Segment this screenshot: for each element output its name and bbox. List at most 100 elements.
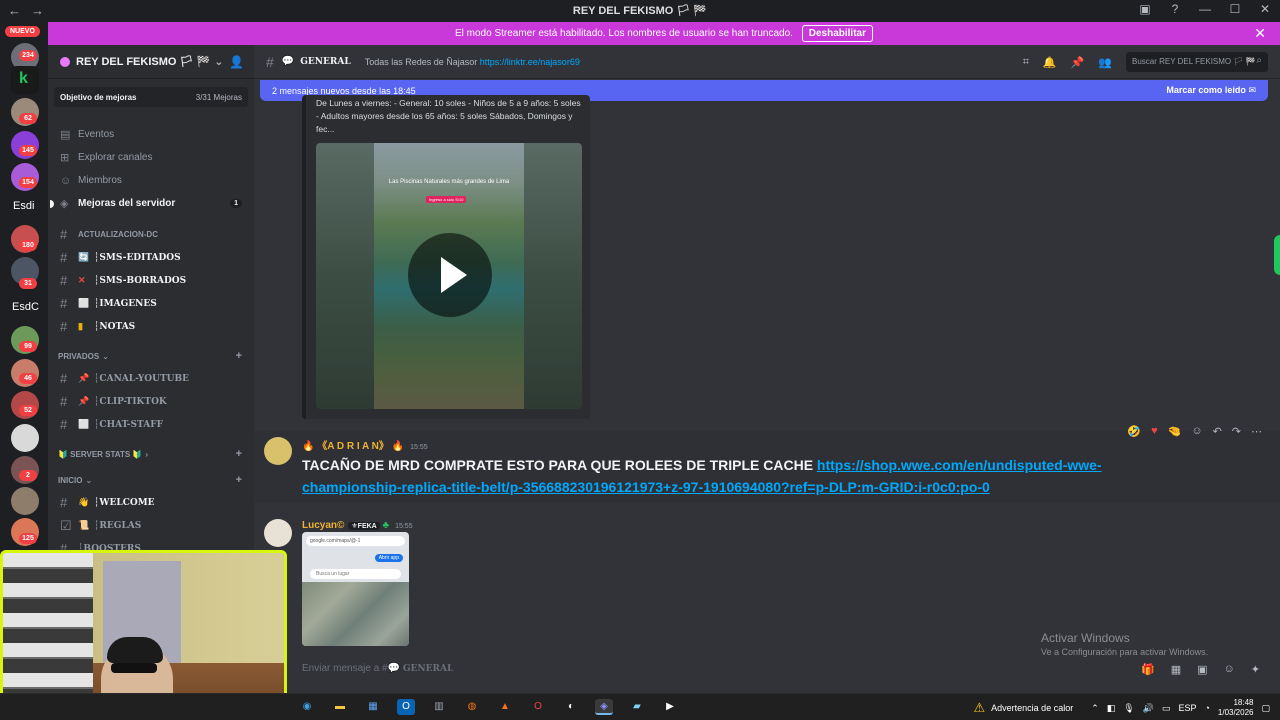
category-privados[interactable]: PRIVADOS ⌄ +: [48, 345, 254, 367]
browse-channels-item[interactable]: ⊞ Explorar canales: [54, 146, 248, 169]
reply-icon[interactable]: ↶: [1213, 425, 1222, 438]
outlook-icon[interactable]: O: [397, 699, 415, 715]
laugh-reaction-icon[interactable]: 🤣: [1127, 425, 1141, 438]
file-explorer-icon[interactable]: ▬: [331, 699, 349, 715]
tray-icon[interactable]: ◧: [1107, 703, 1116, 714]
apps-icon[interactable]: ✦: [1251, 663, 1260, 676]
disable-button[interactable]: Deshabilitar: [801, 25, 873, 42]
window-title: REY DEL FEKISMO 🏳 🏁: [572, 5, 708, 17]
taskbar-apps: ◉ ▬ ▦ O ▥ ◍ ▲ O ◐ ◈ ▰ ▶: [298, 699, 679, 715]
add-reaction-icon[interactable]: ☺: [1191, 425, 1202, 438]
network-icon[interactable]: ◔: [1204, 703, 1209, 713]
vlc-icon[interactable]: ▲: [496, 699, 514, 715]
channel-notas[interactable]: # ▮ ┆NOTAS: [48, 315, 254, 338]
hand-reaction-icon[interactable]: 🤏: [1168, 425, 1182, 438]
volume-icon[interactable]: 🔊: [1143, 703, 1154, 714]
topic-link[interactable]: https://linktr.ee/najasor69: [480, 57, 580, 67]
server-boost-item[interactable]: ◈ Mejoras del servidor 1: [50, 192, 248, 215]
channel-chat-staff[interactable]: # ⬜ ┆CHAT-STAFF: [48, 413, 254, 436]
add-channel-icon[interactable]: +: [236, 350, 242, 362]
minimize-button[interactable]: —: [1198, 2, 1212, 16]
channel-header: # 💬 GENERAL Todas las Redes de Ñajasor h…: [254, 45, 1280, 79]
add-channel-icon[interactable]: +: [236, 474, 242, 486]
firefox-icon[interactable]: ◍: [463, 699, 481, 715]
category-inicio[interactable]: INICIO ⌄ +: [48, 469, 254, 491]
topic-text: Todas las Redes de Ñajasor: [364, 56, 478, 67]
member-list-icon[interactable]: 👥: [1098, 56, 1112, 69]
mark-as-read-button[interactable]: Marcar como leído ✉: [1166, 85, 1256, 96]
mention-badge: 180: [19, 240, 37, 251]
message-author[interactable]: Lucyan© ⚜FEKA ♣ 15:55: [302, 520, 413, 531]
edge-icon[interactable]: ◉: [298, 699, 316, 715]
heart-reaction-icon[interactable]: ♥: [1151, 425, 1158, 438]
header-toolbar: ⌗ 🔔 📌 👥 Buscar REY DEL FEKISMO 🏳 🏁 ⌕: [1023, 52, 1268, 72]
server-icon[interactable]: [11, 487, 39, 515]
avatar[interactable]: [264, 437, 292, 465]
channel-canal-youtube[interactable]: # 📌 ┆CANAL-YOUTUBE: [48, 367, 254, 390]
server-label[interactable]: Esdi: [13, 200, 34, 212]
channel-actualizacion[interactable]: # ACTUALIZACION-DC: [48, 223, 254, 246]
channel-sms-borrados[interactable]: # ✕ ┆SMS-BORRADOS: [48, 269, 254, 292]
store-icon[interactable]: ▦: [364, 699, 382, 715]
media-player-icon[interactable]: ▶: [661, 699, 679, 715]
battery-icon[interactable]: ▭: [1162, 703, 1171, 714]
threads-icon[interactable]: ⌗: [1023, 56, 1029, 69]
emoji-icon[interactable]: ☺: [1224, 663, 1235, 676]
gif-icon[interactable]: ▦: [1171, 663, 1181, 676]
channel-sms-editados[interactable]: # 🔄 ┆SMS-EDITADOS: [48, 246, 254, 269]
maximize-button[interactable]: ☐: [1228, 2, 1242, 16]
members-item[interactable]: ☺ Miembros: [54, 169, 248, 192]
forward-icon[interactable]: ↷: [1232, 425, 1241, 438]
obs-icon[interactable]: ◐: [562, 699, 580, 715]
gift-icon[interactable]: 🎁: [1141, 663, 1155, 676]
server-header[interactable]: REY DEL FEKISMO 🏳 🏁 ⌄ 👤: [48, 45, 254, 79]
play-button[interactable]: [408, 233, 492, 317]
notes-icon[interactable]: ▰: [628, 699, 646, 715]
warning-icon: ⚠: [973, 700, 986, 715]
channel-clip-tiktok[interactable]: # 📌 ┆CLIP-TIKTOK: [48, 390, 254, 413]
discord-icon[interactable]: ◈: [595, 699, 613, 715]
help-icon[interactable]: ?: [1168, 2, 1182, 16]
pin-icon[interactable]: 📌: [1071, 56, 1085, 69]
channel-imagenes[interactable]: # ⬜ ┆IMAGENES: [48, 292, 254, 315]
avatar[interactable]: [264, 519, 292, 547]
sticker-icon[interactable]: ▣: [1197, 663, 1207, 676]
channel-reglas[interactable]: ☑ 📜 ┆REGLAS: [48, 514, 254, 537]
channel-welcome[interactable]: # 👋 ┆WELCOME: [48, 491, 254, 514]
boost-goal[interactable]: Objetivo de mejoras 3/31 Mejoras: [54, 87, 248, 107]
server-icon[interactable]: [11, 424, 39, 452]
message-author[interactable]: 🔥 《A D R I A N》 🔥 15:55: [302, 437, 428, 452]
clock[interactable]: 18:48 1/03/2026: [1218, 698, 1254, 718]
notifications-icon[interactable]: ▢: [1261, 703, 1270, 714]
window-controls: ▣ ? — ☐ ✕: [1138, 2, 1272, 16]
invite-icon[interactable]: 👤: [229, 55, 244, 69]
close-button[interactable]: ✕: [1258, 2, 1272, 16]
message[interactable]: 🔥 《A D R I A N》 🔥 15:55 TACAÑO DE MRD COM…: [254, 425, 1280, 503]
message-input[interactable]: Enviar mensaje a #💬 GENERAL 🎁 ▦ ▣ ☺ ✦: [294, 655, 1270, 685]
more-icon[interactable]: ⋯: [1251, 425, 1262, 438]
channel-name: ┆CANAL-YOUTUBE: [94, 373, 189, 384]
heat-warning[interactable]: ⚠ Advertencia de calor: [974, 700, 1074, 716]
edge-overlay: [1274, 235, 1280, 275]
add-channel-icon[interactable]: +: [236, 448, 242, 460]
server-icon[interactable]: k: [11, 66, 39, 94]
channel-title: GENERAL: [300, 56, 351, 67]
inbox-icon[interactable]: ▣: [1138, 2, 1152, 16]
image-attachment[interactable]: google.com/maps/@-1 Abrir app Busca un l…: [302, 532, 409, 646]
chevron-up-icon[interactable]: ⌃: [1091, 703, 1099, 714]
embed-video[interactable]: Las Piscinas Naturales más grandes de Li…: [316, 143, 582, 409]
bell-icon[interactable]: 🔔: [1043, 56, 1057, 69]
category-server-stats[interactable]: 🔰 SERVER STATS 🔰 › +: [48, 443, 254, 465]
events-label: Eventos: [78, 129, 115, 140]
close-icon[interactable]: ✕: [1254, 22, 1266, 45]
channel-name: ┆REGLAS: [94, 520, 142, 531]
language-indicator[interactable]: ESP: [1178, 703, 1196, 713]
mic-icon[interactable]: 🎙: [1123, 703, 1134, 714]
events-item[interactable]: ▤ Eventos: [54, 123, 248, 146]
opera-icon[interactable]: O: [529, 699, 547, 715]
windows-taskbar: ◉ ▬ ▦ O ▥ ◍ ▲ O ◐ ◈ ▰ ▶ ⚠ Advertencia de …: [0, 693, 1280, 720]
channel-name: ACTUALIZACION-DC: [78, 230, 158, 239]
app-icon[interactable]: ▥: [430, 699, 448, 715]
server-label[interactable]: EsdC: [12, 301, 39, 313]
search-input[interactable]: Buscar REY DEL FEKISMO 🏳 🏁 ⌕: [1126, 52, 1268, 72]
